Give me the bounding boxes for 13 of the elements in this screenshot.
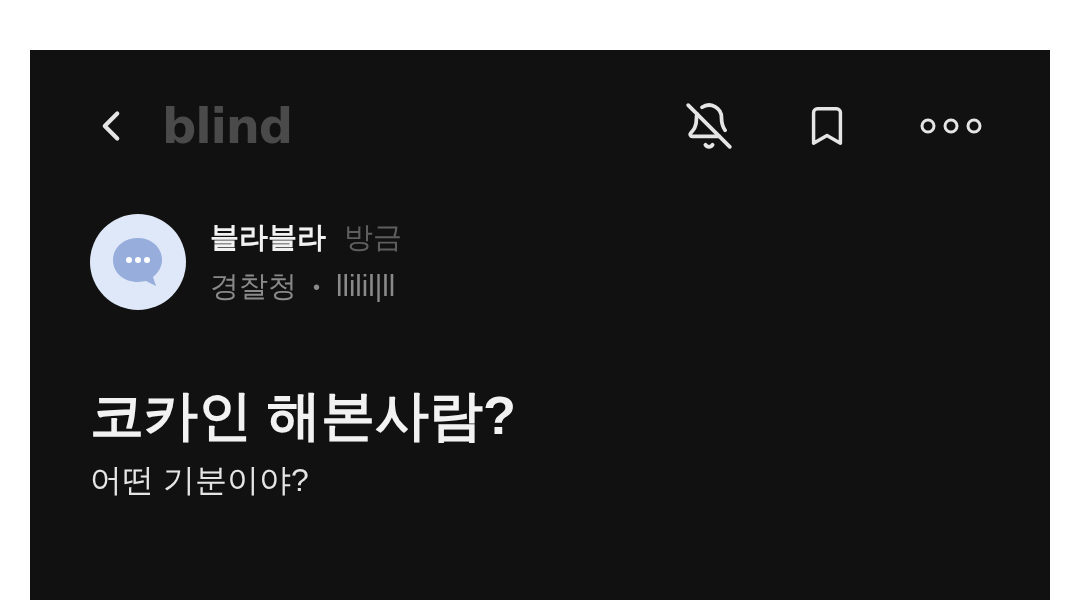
company-name: 경찰청	[210, 269, 297, 304]
notification-button[interactable]	[684, 101, 734, 151]
post-body: 어떤 기분이야?	[90, 464, 310, 496]
post-time: 방금	[344, 219, 402, 255]
avatar-icon	[90, 214, 186, 310]
separator-dot: •	[313, 274, 320, 300]
author-name: 블라블라	[210, 219, 326, 255]
bell-off-icon	[684, 101, 734, 151]
more-button[interactable]	[920, 118, 982, 134]
more-icon	[920, 118, 982, 134]
post-title: 코카인 해본사람?	[90, 388, 517, 442]
blind-logo: blind	[162, 102, 292, 150]
author-nickname: llilil|ll	[336, 269, 396, 304]
